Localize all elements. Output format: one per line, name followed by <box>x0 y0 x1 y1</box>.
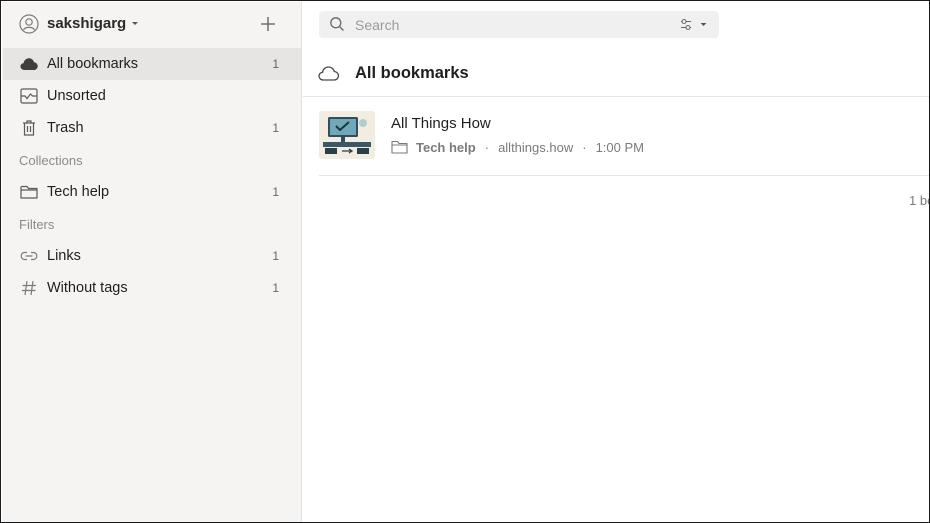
bookmark-domain: allthings.how <box>498 139 574 155</box>
sidebar-item-label: Tech help <box>47 184 110 200</box>
sidebar-item-count: 1 <box>272 281 279 295</box>
sidebar-item-count: 1 <box>272 57 279 71</box>
trash-icon <box>23 120 35 136</box>
sidebar: sakshigarg All bookmarks 1 Unsorted Tras… <box>2 2 302 522</box>
user-menu[interactable]: sakshigarg <box>2 2 302 46</box>
avatar-icon[interactable] <box>19 14 39 34</box>
hash-icon <box>22 280 36 296</box>
sidebar-item-count: 1 <box>272 249 279 263</box>
filter-settings-icon[interactable] <box>679 16 711 33</box>
cloud-filled-icon <box>20 58 38 70</box>
sidebar-item-unsorted[interactable]: Unsorted <box>3 80 301 112</box>
folder-icon <box>391 140 408 154</box>
folder-icon <box>20 185 38 199</box>
chevron-down-icon[interactable] <box>130 16 140 30</box>
add-button[interactable] <box>257 13 279 35</box>
sidebar-item-label: Unsorted <box>47 88 106 104</box>
bookmark-thumbnail <box>319 111 375 159</box>
search-input[interactable] <box>355 13 665 36</box>
separator-dot: · <box>484 139 490 155</box>
link-icon <box>20 251 38 261</box>
sidebar-item-label: Links <box>47 248 81 264</box>
search-icon <box>330 17 344 31</box>
divider <box>303 96 929 97</box>
divider <box>319 175 929 176</box>
bookmark-title[interactable]: All Things How <box>391 115 491 132</box>
sidebar-item-links[interactable]: Links 1 <box>3 240 301 272</box>
inbox-icon <box>20 88 38 104</box>
search-bar[interactable] <box>319 11 719 38</box>
cloud-icon <box>318 66 340 81</box>
sidebar-item-trash[interactable]: Trash 1 <box>3 112 301 144</box>
sidebar-item-tech-help[interactable]: Tech help 1 <box>3 176 301 208</box>
sidebar-item-label: Trash <box>47 120 84 136</box>
page-title: All bookmarks <box>355 64 469 82</box>
bookmark-item[interactable]: All Things How Tech help · allthings.how… <box>319 111 929 167</box>
bookmark-count: 1 bo <box>909 193 929 208</box>
filters-heading: Filters <box>19 217 55 232</box>
app-window: sakshigarg All bookmarks 1 Unsorted Tras… <box>0 0 930 523</box>
main-panel: All bookmarks All Things How T <box>303 2 929 522</box>
sidebar-item-count: 1 <box>272 185 279 199</box>
bookmark-time: 1:00 PM <box>595 139 644 155</box>
sidebar-item-label: All bookmarks <box>47 56 139 72</box>
bookmark-collection[interactable]: Tech help <box>416 140 476 155</box>
sidebar-item-without-tags[interactable]: Without tags 1 <box>3 272 301 304</box>
separator-dot: · <box>582 139 587 155</box>
page-header: All bookmarks <box>303 54 929 94</box>
collections-heading: Collections <box>19 153 83 168</box>
sidebar-item-label: Without tags <box>47 280 128 296</box>
sidebar-item-count: 1 <box>272 121 279 135</box>
sidebar-item-all-bookmarks[interactable]: All bookmarks 1 <box>3 48 301 80</box>
bookmark-meta: Tech help · allthings.how · 1:00 PM <box>391 138 644 156</box>
username[interactable]: sakshigarg <box>47 15 126 32</box>
